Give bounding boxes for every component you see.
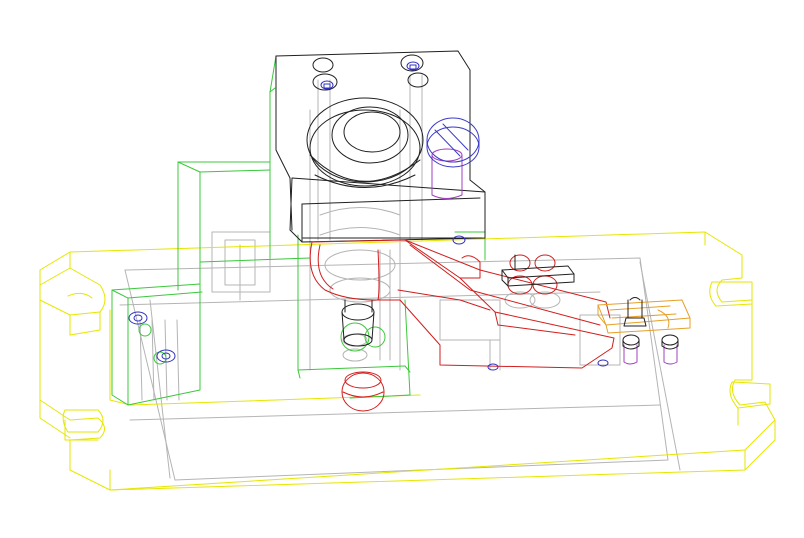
hex-socket-screw-icon[interactable] xyxy=(320,80,334,90)
adjust-bracket[interactable] xyxy=(597,299,691,334)
hex-socket-screw-icon[interactable] xyxy=(128,311,148,325)
locating-pins[interactable] xyxy=(431,148,678,365)
guide-block[interactable] xyxy=(111,55,486,406)
cad-viewport[interactable] xyxy=(0,0,804,538)
actuator-arm[interactable] xyxy=(309,239,615,412)
base-plate[interactable] xyxy=(39,231,776,491)
wireframe-assembly-drawing xyxy=(39,50,776,491)
slotted-screw-icon[interactable] xyxy=(426,117,480,168)
hex-socket-screw-icon[interactable] xyxy=(406,61,420,71)
die-head-block[interactable] xyxy=(275,50,486,243)
